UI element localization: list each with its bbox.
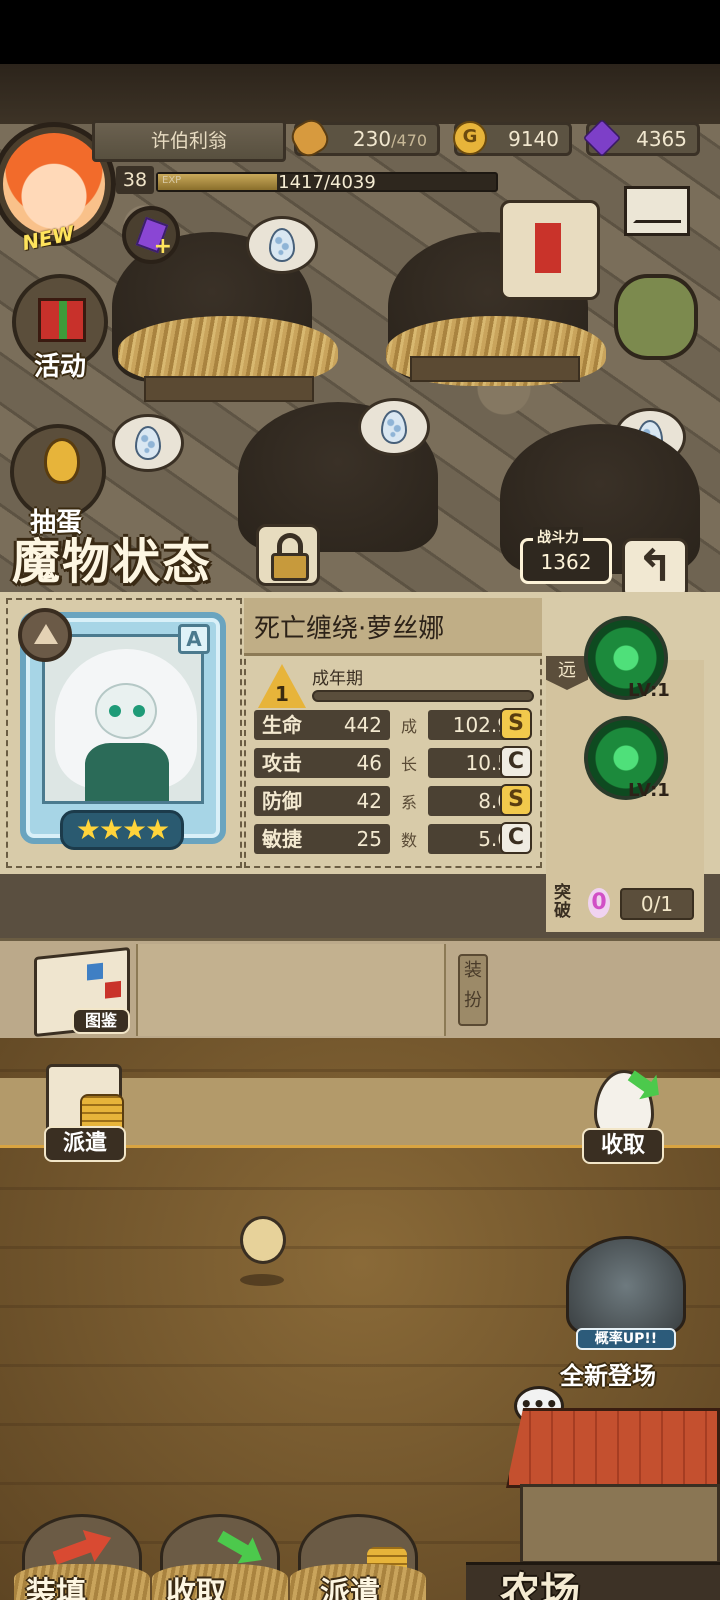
egg-bubble[interactable]	[246, 216, 318, 274]
egg-icon	[269, 228, 295, 262]
farm-barn[interactable]	[520, 1484, 720, 1564]
exp-value: 1417/4039	[278, 172, 376, 193]
egg-bubble[interactable]	[358, 398, 430, 456]
skill-2-level: LV:1	[628, 780, 670, 801]
dispatch-label[interactable]: 派遣	[44, 1126, 126, 1162]
codex-label[interactable]: 图鉴	[72, 1008, 130, 1034]
dispatch-bottom-label[interactable]: 派遣	[320, 1568, 380, 1600]
back-button[interactable]: ↰	[622, 538, 688, 600]
egg-icon	[135, 426, 161, 460]
avatar-portrait	[3, 133, 105, 235]
golden-egg-icon	[44, 438, 80, 484]
mail-icon[interactable]	[624, 186, 690, 236]
monster-face	[95, 683, 157, 739]
stat-row-agility: 敏捷 25 5.6 C	[254, 822, 534, 854]
dress-up-button[interactable]: 装扮	[458, 954, 488, 1026]
element-type-icon	[18, 608, 72, 662]
breakthrough-label: 突破	[554, 883, 571, 921]
gem-counter[interactable]: 4365	[582, 118, 700, 158]
food-current: 230	[352, 127, 392, 151]
combat-power-value: 1362	[540, 550, 592, 574]
new-arrival-label[interactable]: 全新登场	[560, 1356, 656, 1391]
player-level: 38	[116, 166, 154, 194]
stat-label: 防御	[262, 789, 302, 813]
monster-status-title: 魔物状态	[12, 534, 213, 590]
lock-button[interactable]	[256, 524, 320, 586]
nest-base	[144, 376, 314, 402]
monster-image	[42, 634, 204, 804]
ceiling	[0, 64, 720, 124]
gold-amount: 9140	[508, 127, 559, 151]
stat-label: 攻击	[262, 751, 302, 775]
stat-value: 42	[356, 789, 382, 813]
gem-icon	[582, 118, 622, 158]
food-counter[interactable]: 230/470	[286, 114, 440, 162]
stat-value: 25	[356, 827, 382, 851]
monster-rank: A	[178, 624, 210, 654]
plus-icon: +	[153, 234, 172, 259]
star-rating: ★★★★	[60, 810, 184, 850]
growth-stage: 成年期	[312, 669, 363, 689]
skill-1-level: LV:1	[628, 680, 670, 701]
growth-coefficient-label: 成 长 系 数	[400, 717, 417, 850]
grade-badge: C	[500, 822, 532, 854]
breakthrough-count: 0/1	[620, 888, 694, 920]
grade-badge: C	[500, 746, 532, 778]
chick-shadow	[240, 1274, 284, 1286]
gold-coin-icon: G	[453, 121, 487, 155]
monster-name-plate: 死亡缠绕·萝丝娜	[244, 598, 542, 656]
collect-label[interactable]: 收取	[582, 1128, 664, 1164]
collect-bottom-label[interactable]: 收取	[166, 1568, 226, 1600]
rate-up-badge: 概率UP!!	[576, 1328, 676, 1350]
gem-amount: 4365	[636, 127, 687, 151]
breakthrough: 突破 0 0/1	[554, 884, 696, 924]
grade-badge: S	[500, 708, 532, 740]
egg-bubble[interactable]	[112, 414, 184, 472]
farm-label[interactable]: 农场	[500, 1560, 580, 1600]
farm-roof	[506, 1408, 720, 1488]
exp-bar: EXP 1417/4039	[156, 172, 498, 193]
stat-value: 442	[343, 713, 382, 737]
stat-row-hp: 生命 442 102.9 S	[254, 708, 534, 740]
stat-label: 生命	[262, 713, 302, 737]
combat-power: 战斗力 1362	[520, 527, 612, 584]
growth-stage-bar	[312, 690, 534, 702]
stat-row-defense: 防御 42 8.0 S	[254, 784, 534, 816]
event-label: 活动	[34, 352, 87, 382]
new-monster-gacha[interactable]	[566, 1236, 686, 1336]
game-screen: NEW 许伯利翁 230/470 G 9140 4365 38 EXP 1417…	[0, 64, 720, 1600]
shelf-slot	[136, 944, 446, 1036]
stat-value: 46	[356, 751, 382, 775]
buy-gems-button[interactable]: +	[122, 206, 180, 264]
stat-label: 敏捷	[262, 827, 302, 851]
combat-power-label: 战斗力	[533, 527, 583, 547]
gift-box-icon	[38, 298, 86, 342]
quest-scroll-icon[interactable]	[500, 200, 600, 300]
gold-counter[interactable]: G 9140	[453, 121, 572, 156]
egg-icon	[381, 410, 407, 444]
chick-sprite[interactable]	[240, 1216, 286, 1264]
stat-row-attack: 攻击 46 10.5 C	[254, 746, 534, 778]
grade-badge: S	[500, 784, 532, 816]
monster-name: 死亡缠绕·萝丝娜	[254, 614, 445, 644]
food-max: /470	[391, 131, 427, 150]
breakthrough-value: 0	[588, 888, 610, 918]
monster-dress	[85, 743, 169, 801]
backpack-icon[interactable]	[614, 274, 698, 360]
player-name: 许伯利翁	[92, 120, 286, 162]
nest-base	[410, 356, 580, 382]
load-label[interactable]: 装填	[26, 1568, 86, 1600]
lock-body	[271, 553, 309, 581]
